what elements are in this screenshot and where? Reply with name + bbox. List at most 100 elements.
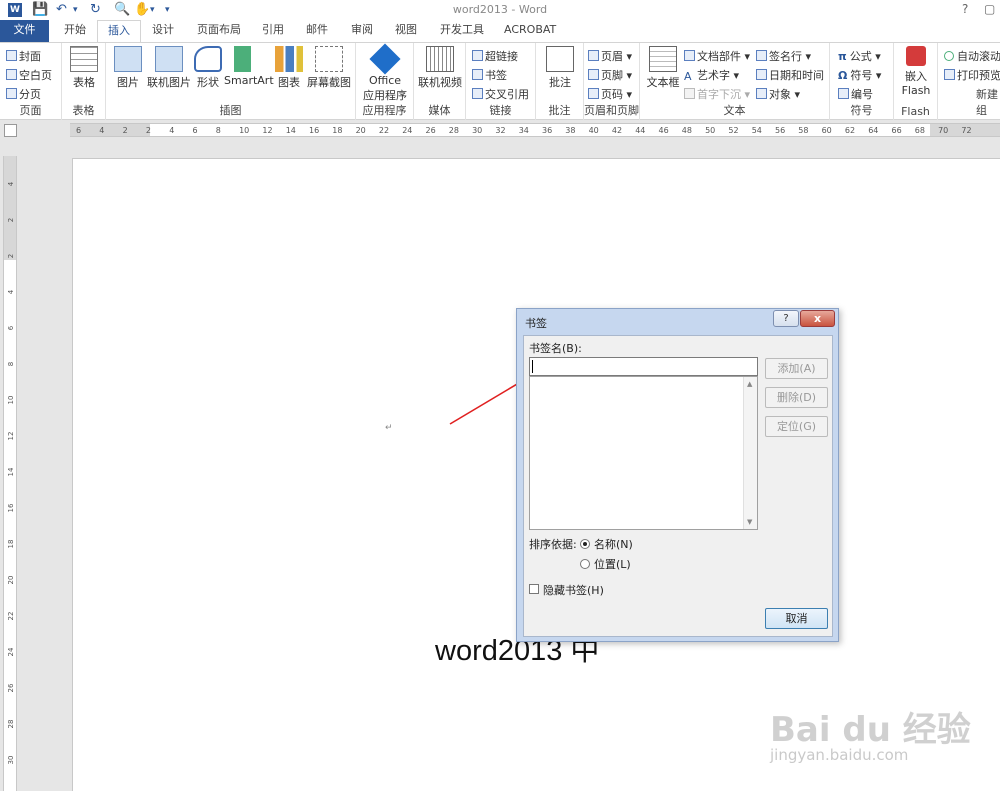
datetime-button[interactable]: 日期和时间 [756,67,824,83]
help-button[interactable]: ? [962,2,968,16]
sort-by-location-radio[interactable] [580,559,590,569]
screenshot-button[interactable]: 屏幕截图 [304,46,354,90]
embed-flash-label-1: 嵌入 [905,70,927,83]
tab-references[interactable]: 引用 [252,20,294,42]
page-number-label: 页码 [601,88,623,101]
horizontal-ruler-track[interactable]: 6 4 2 2 4 6 8 10 12 14 16 18 20 22 24 26 28 30 32 34 36 38 40 4… [70,123,1000,137]
delete-button[interactable]: 删除(D) [765,387,828,408]
group-header-footer-label: 页眉和页脚 [584,104,639,117]
bookmark-list[interactable]: ▲ ▼ [529,376,758,530]
vertical-ruler-track[interactable]: 4 2 2 4 6 8 10 12 14 16 18 20 22 24 26 28 30 [3,156,17,791]
numbering-button[interactable]: 编号 [838,86,873,102]
ribbon-display-icon[interactable]: ▢ [984,2,995,16]
v-ruler-tick: 14 [7,467,15,477]
h-ruler-tick: 46 [658,126,669,135]
goto-button[interactable]: 定位(G) [765,416,828,437]
online-video-icon [426,46,454,72]
tab-review[interactable]: 审阅 [341,20,383,42]
h-ruler-tick: 12 [262,126,273,135]
signature-line-button[interactable]: 签名行 ▾ [756,48,811,64]
tab-design[interactable]: 设计 [142,20,184,42]
v-ruler-tick: 16 [7,503,15,513]
chart-button[interactable]: 图表 [274,46,304,90]
v-ruler-tick: 18 [7,539,15,549]
bookmark-button[interactable]: 书签 [472,67,507,83]
scroll-down-icon[interactable]: ▼ [747,518,752,526]
dialog-help-button[interactable]: ? [773,310,799,327]
smartart-button[interactable]: SmartArt [224,46,274,87]
ribbon: 封面 空白页 分页 页面 表格 表格 图片 联机图片 形状 SmartArt 图… [0,42,1000,120]
tab-selector[interactable] [4,124,17,137]
embed-flash-label-2: Flash [901,84,931,97]
print-preview-button[interactable]: 打印预览 [944,67,1000,83]
sort-by-name-radio[interactable] [580,539,590,549]
page-break-button[interactable]: 分页 [6,86,41,102]
vertical-ruler[interactable]: 4 2 2 4 6 8 10 12 14 16 18 20 22 24 26 28 30 [0,140,20,791]
scroll-up-icon[interactable]: ▲ [747,380,752,388]
h-ruler-tick: 48 [681,126,692,135]
bookmark-icon [472,69,483,80]
shapes-button[interactable]: 形状 [194,46,222,90]
h-ruler-tick: 40 [588,126,599,135]
cross-reference-button[interactable]: 交叉引用 [472,86,529,102]
group-symbols-label: 符号 [850,104,873,117]
textbox-icon [649,46,677,72]
tab-acrobat[interactable]: ACROBAT [494,20,566,42]
textbox-button[interactable]: 文本框 [646,46,680,90]
hyperlink-label: 超链接 [485,50,518,63]
quick-parts-button[interactable]: 文档部件 ▾ [684,48,750,64]
tab-home[interactable]: 开始 [54,20,96,42]
wordart-button[interactable]: A 艺术字 ▾ [684,67,739,83]
table-button[interactable]: 表格 [69,46,99,90]
chart-icon [275,46,303,72]
horizontal-ruler[interactable]: 6 4 2 2 4 6 8 10 12 14 16 18 20 22 24 26 28 30 32 34 36 38 40 4… [0,120,1000,140]
tab-file[interactable]: 文件 [0,20,49,42]
object-label: 对象 [769,88,791,101]
h-ruler-tick: 64 [868,126,879,135]
group-comments-label: 批注 [548,104,571,117]
dropcap-label: 首字下沉 [697,88,741,101]
dropcap-button[interactable]: 首字下沉 ▾ [684,86,750,102]
wordart-icon: A [684,70,692,83]
hyperlink-button[interactable]: 超链接 [472,48,518,64]
h-ruler-tick: 50 [705,126,716,135]
blank-page-button[interactable]: 空白页 [6,67,52,83]
tab-view[interactable]: 视图 [385,20,427,42]
cover-page-icon [6,50,17,61]
object-button[interactable]: 对象 ▾ [756,86,800,102]
blank-page-label: 空白页 [19,69,52,82]
online-picture-button[interactable]: 联机图片 [144,46,194,90]
hidden-bookmarks-checkbox[interactable] [529,584,539,594]
symbol-button[interactable]: Ω 符号 ▾ [838,67,881,83]
comment-icon [546,46,574,72]
datetime-label: 日期和时间 [769,69,824,82]
group-comments: 批注 批注 [536,43,584,120]
online-video-button[interactable]: 联机视频 [416,46,464,90]
cover-page-button[interactable]: 封面 [6,48,41,64]
header-button[interactable]: 页眉 ▾ [588,48,632,64]
tab-insert[interactable]: 插入 [97,20,141,43]
picture-button[interactable]: 图片 [114,46,142,90]
tab-mailings[interactable]: 邮件 [296,20,338,42]
tab-layout[interactable]: 页面布局 [187,20,251,42]
comment-button[interactable]: 批注 [544,46,576,90]
footer-button[interactable]: 页脚 ▾ [588,67,632,83]
add-button[interactable]: 添加(A) [765,358,828,379]
equation-button[interactable]: π 公式 ▾ [838,48,881,64]
page-break-label: 分页 [19,88,41,101]
bookmark-name-input[interactable] [529,357,758,376]
bookmark-list-scrollbar[interactable]: ▲ ▼ [743,377,757,529]
office-apps-icon [369,43,401,75]
cancel-button[interactable]: 取消 [765,608,828,629]
office-apps-button[interactable]: Office 应用程序 [358,43,412,103]
v-ruler-tick: 2 [7,217,15,223]
cross-reference-label: 交叉引用 [485,88,529,101]
page-number-button[interactable]: 页码 ▾ [588,86,632,102]
dialog-close-button[interactable]: x [800,310,835,327]
omega-icon: Ω [838,69,848,82]
datetime-icon [756,69,767,80]
autoscroll-button[interactable]: 自动滚动 [944,48,1000,64]
embed-flash-button[interactable]: 嵌入 Flash [900,46,932,97]
h-ruler-tick: 14 [285,126,296,135]
tab-developer[interactable]: 开发工具 [430,20,494,42]
